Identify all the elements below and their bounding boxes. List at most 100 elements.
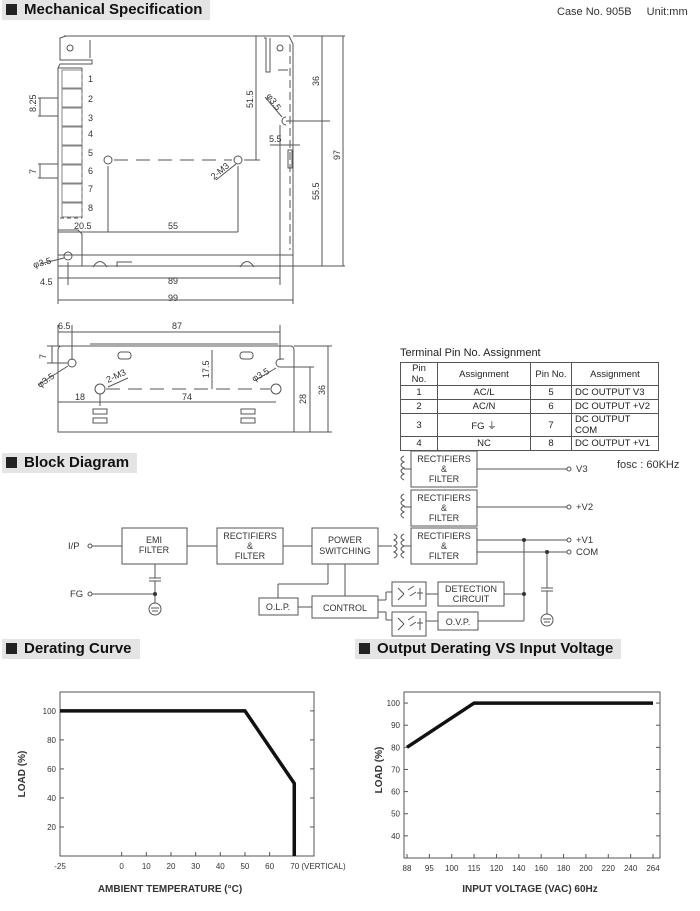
x-tick-label: 40 — [216, 862, 225, 871]
x-tick-label: 115 — [468, 864, 481, 873]
x-tick-label: 120 — [490, 864, 504, 873]
block-label: SWITCHING — [319, 546, 371, 556]
block-label: & — [441, 503, 447, 513]
dim-mid: 55 — [168, 221, 178, 231]
x-tick-label: 100 — [445, 864, 459, 873]
block-label: FILTER — [429, 474, 460, 484]
x-tick-label: 264 — [646, 864, 660, 873]
block-label: RECTIFIERS — [417, 531, 471, 541]
x-tick-label: 50 — [240, 862, 249, 871]
output-label: COM — [576, 547, 598, 558]
terminal-ip-icon — [87, 543, 93, 549]
plot-frame — [403, 691, 661, 859]
table-cell: 5 — [530, 385, 572, 400]
block-label: CIRCUIT — [453, 594, 490, 604]
dim-left: 20.5 — [74, 221, 92, 231]
terminal-number: 3 — [88, 113, 93, 123]
block-label: FILTER — [235, 551, 266, 561]
block-label: RECTIFIERS — [417, 493, 471, 503]
block-label: DETECTION — [445, 584, 497, 594]
x-tick-label: 88 — [403, 864, 412, 873]
dim-seven: 7 — [28, 169, 38, 174]
table-cell: DC OUTPUT V3 — [571, 385, 659, 400]
dim-screw: 2-M3 — [105, 367, 128, 385]
terminal-number: 7 — [88, 184, 93, 194]
dim-bottom: 55.5 — [311, 182, 321, 200]
x-tick-label: 10 — [142, 862, 151, 871]
y-tick-label: 80 — [47, 736, 56, 745]
x-tick-label: -25 — [54, 862, 66, 871]
dim-d: 17.5 — [201, 360, 211, 378]
transformer-secondary-icon — [400, 533, 406, 559]
table-cell: AC/L — [437, 385, 531, 400]
dim-g: 28 — [298, 394, 308, 404]
block-label: FILTER — [429, 513, 460, 523]
terminal-number: 8 — [88, 203, 93, 213]
input-label-ip: I/P — [68, 541, 80, 552]
y-tick-label: 70 — [391, 765, 400, 774]
y-tick-label: 60 — [391, 788, 400, 797]
x-axis-label: AMBIENT TEMPERATURE (°C) — [98, 884, 242, 895]
dim-hole-right: φ3.5 — [250, 366, 271, 384]
table-cell: FG ⏚ — [437, 413, 531, 437]
terminal-number: 6 — [88, 166, 93, 176]
output-label: V3 — [576, 464, 588, 475]
dim-corner-hole: φ3.5 — [32, 256, 52, 270]
block-diagram: EMI FILTER RECTIFIERS & FILTER POWER SWI… — [68, 450, 598, 637]
dim-e: 18 — [75, 392, 85, 402]
y-tick-label: 100 — [43, 707, 57, 716]
table-cell: AC/N — [437, 399, 531, 414]
block-label: CONTROL — [323, 603, 367, 613]
x-tick-label: 240 — [624, 864, 638, 873]
y-tick-label: 40 — [47, 794, 56, 803]
block-label: RECTIFIERS — [223, 531, 277, 541]
derating-chart: 20 40 60 80 100 -25 0 10 20 30 40 50 60 70 (VERTICAL)… — [17, 691, 346, 895]
terminal-number: 5 — [88, 148, 93, 158]
pin-table-title: Terminal Pin No. Assignment — [400, 347, 541, 359]
table-cell: 1 — [400, 385, 438, 400]
dim-width: 99 — [168, 293, 178, 303]
x-tick-label: 200 — [579, 864, 593, 873]
block-label: & — [441, 541, 447, 551]
column-header: Pin No. — [400, 362, 438, 386]
x-tick-label: 160 — [535, 864, 549, 873]
x-tick-label: 95 — [425, 864, 434, 873]
mechanical-side-view: 6.5 87 7 17.5 18 74 28 36 φ3.5 φ3.5 2-M3 — [35, 321, 332, 433]
block-label: O.V.P. — [446, 617, 471, 627]
input-label-fg: FG — [70, 589, 83, 600]
dim-hole-vertical: 51.5 — [245, 90, 255, 108]
dim-a: 6.5 — [58, 321, 71, 331]
block-label: FILTER — [429, 551, 460, 561]
derating-line — [406, 701, 653, 749]
block-label: & — [247, 541, 253, 551]
x-tick-label: 180 — [557, 864, 571, 873]
x-tick-label: 0 — [119, 862, 124, 871]
derating-line — [60, 709, 297, 856]
transformer-primary-icon — [392, 533, 398, 559]
terminal-cells — [61, 69, 83, 218]
dim-pitch: 8.25 — [28, 94, 38, 112]
table-row: 2 AC/N 6 DC OUTPUT +V2 — [400, 399, 659, 414]
output-label: +V1 — [576, 535, 593, 546]
column-header: Assignment — [571, 362, 659, 386]
column-header: Assignment — [437, 362, 531, 386]
dim-slot: 5.5 — [269, 134, 282, 144]
dim-inner-width: 89 — [168, 276, 178, 286]
y-tick-label: 40 — [391, 832, 400, 841]
table-cell: DC OUTPUT +V2 — [571, 399, 659, 414]
column-header: Pin No. — [530, 362, 572, 386]
block-label: RECTIFIERS — [417, 454, 471, 464]
table-cell: DC OUTPUT COM — [571, 413, 659, 437]
table-row: 3 FG ⏚ 7 DC OUTPUT COM — [400, 413, 659, 437]
x-tick-label: 140 — [512, 864, 526, 873]
dim-hole-diameter: φ3.5 — [264, 91, 283, 112]
table-row: 1 AC/L 5 DC OUTPUT V3 — [400, 385, 659, 400]
y-tick-label: 60 — [47, 765, 56, 774]
dim-b: 87 — [172, 321, 182, 331]
block-label: POWER — [328, 535, 363, 545]
optocoupler-2 — [391, 611, 427, 637]
table-cell: 3 — [400, 413, 438, 437]
dim-c: 7 — [38, 354, 48, 359]
y-tick-label: 100 — [387, 699, 401, 708]
block-label: EMI — [146, 535, 162, 545]
